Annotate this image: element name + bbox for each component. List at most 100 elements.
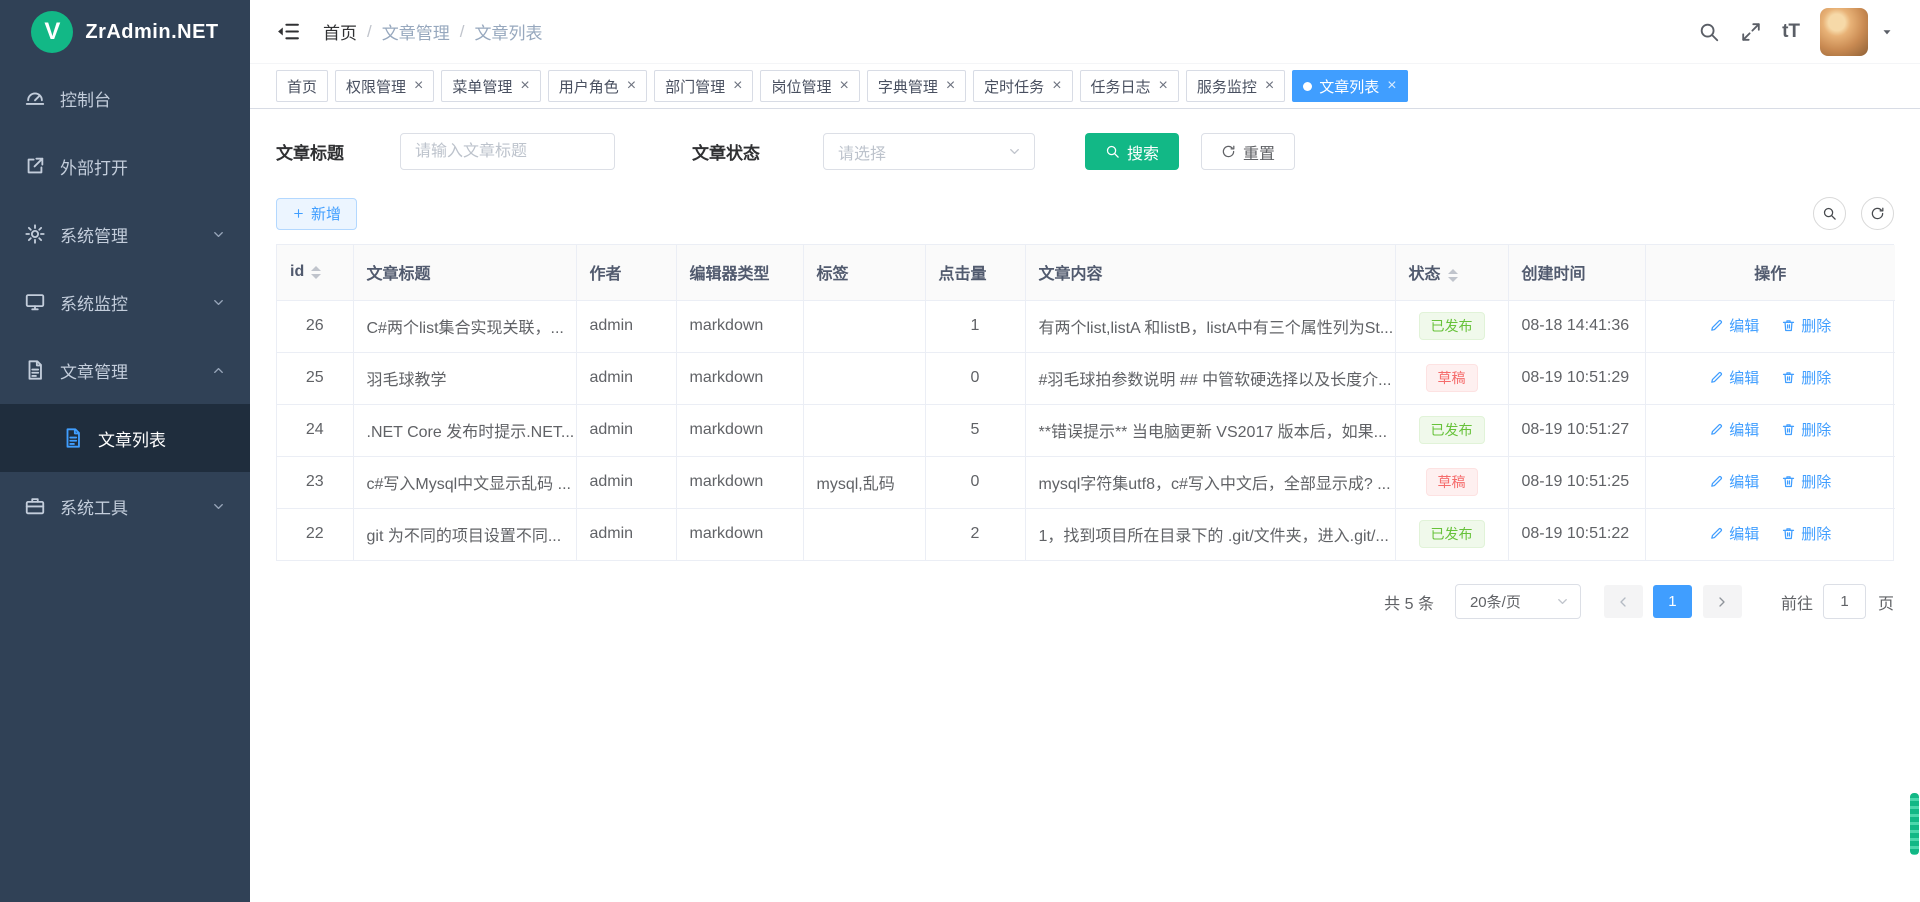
table-row: 26C#两个list集合实现关联，...adminmarkdown1有两个lis… [277,300,1895,352]
tab-label: 用户角色 [559,76,619,97]
sidebar-item-label: 系统工具 [60,494,128,519]
delete-link[interactable]: 删除 [1781,419,1831,440]
delete-link[interactable]: 删除 [1781,523,1831,544]
article-status-label: 文章状态 [692,139,760,164]
goto-label: 前往 [1781,590,1813,614]
sort-caret-icon[interactable] [311,266,321,279]
cell-operations: 编辑 删除 [1645,300,1895,352]
edit-link[interactable]: 编辑 [1709,367,1759,388]
tab-close-icon[interactable]: × [946,78,955,94]
sidebar-item-system-monitor[interactable]: 系统监控 [0,268,250,336]
goto-page-input[interactable] [1823,584,1866,619]
sidebar-item-system-management[interactable]: 系统管理 [0,200,250,268]
column-header-id[interactable]: id [277,245,353,300]
chevron-down-icon [211,499,226,514]
article-title-input[interactable] [400,133,615,170]
tab[interactable]: 岗位管理× [760,70,859,102]
sidebar-item-article-management[interactable]: 文章管理 [0,336,250,404]
cell-id: 26 [277,300,353,352]
active-tab-dot [1303,82,1312,91]
tab-close-icon[interactable]: × [1387,78,1396,94]
gear-icon [24,223,46,245]
tab-bar: 首页权限管理×菜单管理×用户角色×部门管理×岗位管理×字典管理×定时任务×任务日… [250,64,1920,109]
table-body: 26C#两个list集合实现关联，...adminmarkdown1有两个lis… [277,300,1895,560]
tab[interactable]: 菜单管理× [441,70,540,102]
tab-close-icon[interactable]: × [414,78,423,94]
next-page-button[interactable] [1703,585,1742,618]
tab[interactable]: 字典管理 × [867,70,966,102]
tab-label: 字典管理 [878,76,938,97]
current-page[interactable]: 1 [1653,585,1692,618]
cell-tags [803,300,925,352]
tab[interactable]: 权限管理× [335,70,434,102]
cell-created: 08-19 10:51:27 [1508,404,1645,456]
delete-link[interactable]: 删除 [1781,471,1831,492]
cell-tags [803,404,925,456]
cell-author: admin [576,508,676,560]
tab-close-icon[interactable]: × [1265,78,1274,94]
tab[interactable]: 任务日志× [1080,70,1179,102]
sidebar-item-label: 外部打开 [60,154,128,179]
edit-link[interactable]: 编辑 [1709,523,1759,544]
table-header-row: id文章标题作者编辑器类型标签点击量文章内容状态创建时间操作 [277,245,1895,300]
breadcrumb-item[interactable]: 首页 [323,19,357,44]
cell-operations: 编辑 删除 [1645,404,1895,456]
tab-close-icon[interactable]: × [733,78,742,94]
tab[interactable]: 首页 [276,70,328,102]
cell-content: #羽毛球拍参数说明 ## 中管软硬选择以及长度介... [1025,352,1395,404]
refresh-table-button[interactable] [1861,197,1894,230]
column-header-status[interactable]: 状态 [1395,245,1508,300]
font-size-icon[interactable]: tT [1782,21,1800,43]
search-icon[interactable] [1698,21,1720,43]
cell-clicks: 1 [925,300,1025,352]
breadcrumb-item: 文章列表 [474,19,542,44]
sidebar-item-dashboard[interactable]: 控制台 [0,64,250,132]
page-size-select[interactable]: 20条/页 [1455,584,1581,619]
delete-link[interactable]: 删除 [1781,315,1831,336]
sidebar-item-system-tools[interactable]: 系统工具 [0,472,250,540]
cell-tags: mysql,乱码 [803,456,925,508]
status-badge: 已发布 [1419,312,1485,340]
edit-link[interactable]: 编辑 [1709,419,1759,440]
article-title-label: 文章标题 [276,139,344,164]
tab-close-icon[interactable]: × [839,78,848,94]
cell-editor: markdown [676,404,803,456]
tab[interactable]: 文章列表× [1292,70,1407,102]
fullscreen-icon[interactable] [1740,21,1762,43]
toggle-search-button[interactable] [1813,197,1846,230]
app-logo[interactable]: V ZrAdmin.NET [0,0,250,64]
search-icon [1105,144,1120,159]
chevron-down-icon [1555,594,1570,609]
cell-title: C#两个list集合实现关联，... [353,300,576,352]
tab[interactable]: 定时任务× [973,70,1072,102]
sidebar-item-article-list[interactable]: 文章列表 [0,404,250,472]
tab-close-icon[interactable]: × [627,78,636,94]
chevron-down-icon[interactable] [1880,25,1894,39]
cell-editor: markdown [676,508,803,560]
total-count: 共 5 条 [1384,590,1434,614]
table-row: 23c#写入Mysql中文显示乱码 ...adminmarkdownmysql,… [277,456,1895,508]
tab-close-icon[interactable]: × [520,78,529,94]
delete-link[interactable]: 删除 [1781,367,1831,388]
chevron-down-icon [211,227,226,242]
tab[interactable]: 部门管理× [654,70,753,102]
tab-close-icon[interactable]: × [1159,78,1168,94]
breadcrumb: 首页/文章管理/文章列表 [323,19,542,44]
search-button[interactable]: 搜索 [1085,133,1179,170]
avatar[interactable] [1820,8,1868,56]
article-status-select[interactable]: 请选择 [823,133,1035,170]
tab[interactable]: 服务监控× [1186,70,1285,102]
edit-link[interactable]: 编辑 [1709,315,1759,336]
sidebar-fold-icon[interactable] [276,19,301,44]
scrollbar-thumb[interactable] [1910,793,1919,855]
tab-close-icon[interactable]: × [1052,78,1061,94]
chevron-down-icon [1007,144,1022,159]
add-button[interactable]: 新增 [276,198,357,230]
edit-link[interactable]: 编辑 [1709,471,1759,492]
reset-button[interactable]: 重置 [1201,133,1295,170]
tab[interactable]: 用户角色 × [548,70,647,102]
sort-caret-icon[interactable] [1448,269,1458,282]
sidebar-menu: 控制台外部打开系统管理系统监控文章管理文章列表系统工具 [0,64,250,540]
prev-page-button[interactable] [1604,585,1643,618]
sidebar-item-external-open[interactable]: 外部打开 [0,132,250,200]
